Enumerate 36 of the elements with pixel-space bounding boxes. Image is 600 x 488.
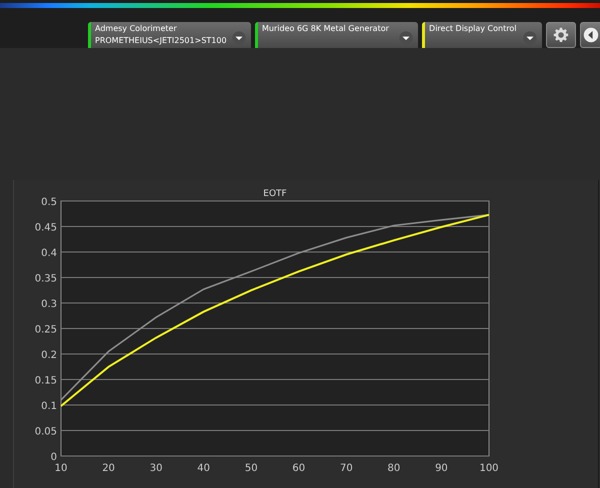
- x-tick-label: 80: [388, 463, 400, 474]
- settings-icon: [552, 27, 569, 43]
- x-tick-label: 100: [479, 463, 499, 474]
- settings-button[interactable]: [546, 22, 576, 48]
- x-tick-label: 60: [292, 463, 306, 474]
- y-tick-label: 0.25: [34, 324, 57, 336]
- device-label: Admesy Colorimeter: [95, 23, 178, 35]
- y-tick-label: 0.05: [34, 426, 57, 438]
- x-tick-label: 10: [54, 463, 68, 474]
- caret-icon: [232, 31, 246, 45]
- y-tick-label: 0.45: [34, 222, 57, 234]
- y-tick-label: 0.3: [41, 299, 57, 310]
- x-tick-label: 40: [197, 463, 210, 474]
- device-label: Murideo 6G 8K Metal Generator: [262, 23, 390, 35]
- device-dropdown[interactable]: Direct Display Control: [422, 22, 542, 48]
- y-tick-label: 0.2: [41, 350, 57, 361]
- back-icon: [582, 27, 599, 43]
- y-tick-label: 0.35: [34, 274, 57, 284]
- y-tick-label: 0.1: [41, 401, 57, 412]
- x-tick-label: 20: [102, 463, 115, 474]
- x-tick-label: 90: [435, 463, 448, 474]
- device-dropdown[interactable]: Admesy Colorimeter PROMETHEIUS<JETI2501>ST100: [88, 22, 252, 48]
- y-tick-label: 0.5: [41, 197, 57, 208]
- y-tick-label: 0: [50, 452, 57, 463]
- x-tick-label: 50: [244, 463, 258, 474]
- y-tick-label: 0.4: [41, 248, 57, 259]
- device-label: PROMETHEIUS<JETI2501>ST100: [95, 35, 228, 47]
- y-tick-label: 0.15: [34, 376, 57, 386]
- back-button[interactable]: [580, 22, 600, 48]
- caret-icon: [399, 31, 414, 45]
- x-tick-label: 70: [340, 463, 353, 474]
- device-dropdown[interactable]: Murideo 6G 8K Metal Generator: [255, 22, 418, 48]
- x-tick-label: 30: [150, 463, 162, 474]
- caret-icon: [522, 31, 537, 45]
- chart-title: EOTF: [263, 189, 287, 199]
- device-label: Direct Display Control: [429, 23, 518, 35]
